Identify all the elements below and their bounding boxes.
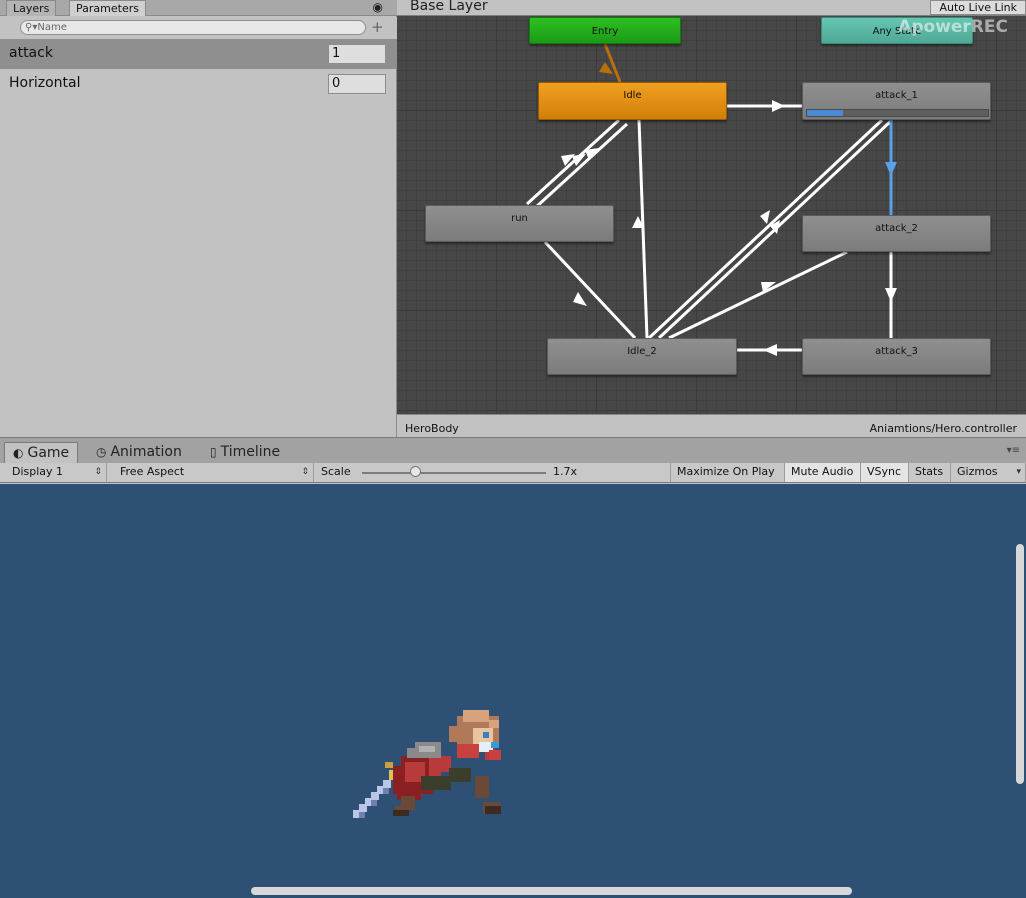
node-attack-1-label: attack_1 — [875, 90, 918, 101]
param-row-horizontal[interactable]: Horizontal 0 — [0, 69, 397, 99]
updown-icon: ⇕ — [94, 467, 102, 477]
updown-icon: ⇕ — [301, 467, 309, 477]
game-toolbar: Display 1 ⇕ Free Aspect ⇕ Scale 1.7x Maxim… — [0, 463, 1026, 483]
node-run[interactable]: run — [425, 205, 614, 242]
animator-header: Base Layer Auto Live Link — [397, 0, 1026, 16]
aspect-label: Free Aspect — [120, 465, 185, 478]
timeline-icon: ▯ — [210, 445, 217, 459]
param-value-field[interactable]: 1 — [328, 44, 386, 64]
tab-timeline-label: Timeline — [220, 444, 281, 460]
node-attack-3[interactable]: attack_3 — [802, 338, 991, 375]
add-parameter-icon[interactable]: + — [371, 18, 384, 36]
tab-layers[interactable]: Layers — [6, 0, 57, 16]
param-name: Horizontal — [9, 75, 81, 91]
mute-audio-toggle[interactable]: Mute Audio — [785, 463, 861, 482]
layer-breadcrumb[interactable]: Base Layer — [410, 0, 488, 14]
param-name: attack — [9, 45, 53, 61]
node-attack-2[interactable]: attack_2 — [802, 215, 991, 252]
node-idle-2-label: Idle_2 — [627, 346, 657, 357]
node-attack-2-label: attack_2 — [875, 223, 918, 234]
scale-slider-track[interactable] — [362, 472, 546, 474]
node-run-label: run — [511, 213, 528, 224]
maximize-on-play-toggle[interactable]: Maximize On Play — [671, 463, 785, 482]
transition-idle2-idle[interactable] — [637, 119, 649, 339]
vertical-scrollbar[interactable] — [1016, 544, 1024, 784]
param-search-input[interactable]: ⚲▾Name — [20, 20, 366, 35]
node-entry-label: Entry — [591, 26, 619, 37]
transition-entry-idle[interactable] — [603, 43, 622, 83]
node-attack-3-label: attack_3 — [875, 346, 918, 357]
state-progress-fill — [807, 110, 844, 116]
param-row-attack[interactable]: attack 1 — [0, 39, 397, 69]
dropdown-arrow-icon: ▾ — [1016, 467, 1021, 477]
animator-graph[interactable]: Entry Any State ApowerREC Idle attack_1 … — [397, 16, 1026, 414]
animator-footer: HeroBody Aniamtions/Hero.controller — [397, 414, 1026, 437]
panel-tabstrip: Layers Parameters ◉ — [0, 0, 397, 16]
recorder-watermark: ApowerREC — [898, 17, 1008, 37]
state-progress-bar — [806, 109, 989, 117]
eye-icon[interactable]: ◉ — [373, 0, 383, 14]
controller-path: Aniamtions/Hero.controller — [869, 422, 1017, 435]
display-label: Display 1 — [12, 465, 64, 478]
transition-run-idle[interactable] — [525, 118, 621, 206]
tab-timeline[interactable]: ▯ Timeline — [202, 442, 288, 464]
selected-object-name: HeroBody — [405, 422, 459, 435]
auto-live-link-button[interactable]: Auto Live Link — [930, 0, 1026, 15]
node-entry[interactable]: Entry — [529, 17, 681, 44]
display-dropdown[interactable]: Display 1 ⇕ — [6, 463, 107, 482]
stats-toggle[interactable]: Stats — [909, 463, 951, 482]
vsync-toggle[interactable]: VSync — [861, 463, 909, 482]
horizontal-scrollbar[interactable] — [251, 887, 852, 895]
panel-menu-icon[interactable]: ▾≡ — [1007, 445, 1020, 456]
hero-sprite — [353, 710, 501, 818]
scale-value: 1.7x — [553, 465, 578, 478]
transition-run-idle-2[interactable] — [533, 122, 629, 210]
gizmos-label: Gizmos — [957, 465, 998, 478]
node-idle[interactable]: Idle — [538, 82, 727, 120]
scale-label: Scale — [321, 465, 351, 478]
tab-game-label: Game — [27, 445, 70, 461]
animation-icon: ◷ — [96, 445, 107, 459]
aspect-dropdown[interactable]: Free Aspect ⇕ — [114, 463, 314, 482]
search-icon: ⚲▾ — [25, 22, 38, 33]
game-tabbar: ◐ Game ◷ Animation ▯ Timeline ▾≡ — [0, 437, 1026, 464]
parameters-panel: Layers Parameters ◉ ⚲▾Name + attack 1 Ho… — [0, 0, 397, 437]
search-placeholder: Name — [37, 22, 67, 33]
tab-animation[interactable]: ◷ Animation — [88, 442, 190, 464]
param-value-field[interactable]: 0 — [328, 74, 386, 94]
gizmos-dropdown[interactable]: Gizmos ▾ — [951, 463, 1026, 482]
node-idle-label: Idle — [623, 90, 642, 101]
transition-idle2-run[interactable] — [543, 240, 637, 340]
param-search-bar: ⚲▾Name + — [0, 17, 397, 39]
game-icon: ◐ — [13, 446, 24, 460]
tab-animation-label: Animation — [110, 444, 182, 460]
scale-slider-handle[interactable] — [410, 466, 421, 477]
tab-parameters[interactable]: Parameters — [69, 0, 146, 16]
node-attack-1[interactable]: attack_1 — [802, 82, 991, 120]
node-idle-2[interactable]: Idle_2 — [547, 338, 737, 375]
game-viewport[interactable] — [0, 484, 1026, 898]
tab-game[interactable]: ◐ Game — [4, 442, 79, 464]
